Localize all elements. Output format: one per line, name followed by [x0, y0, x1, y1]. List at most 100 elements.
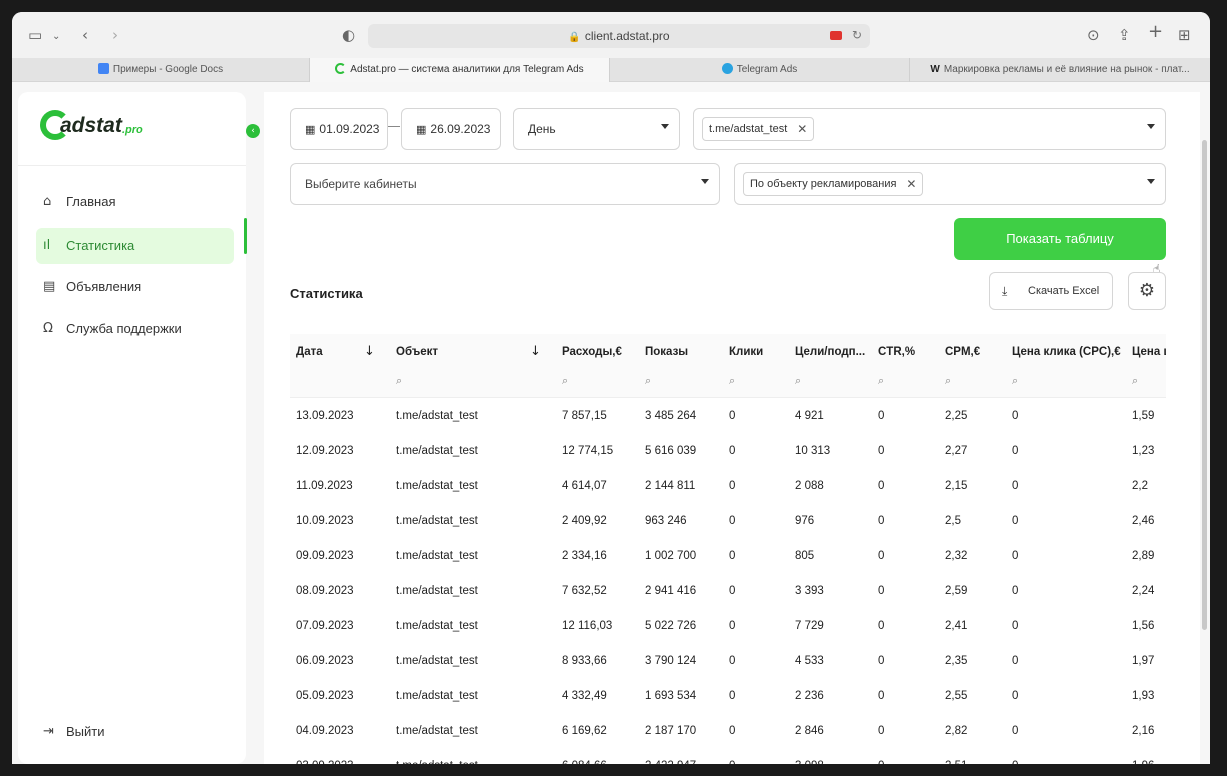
cell-clicks: 0 [729, 445, 736, 457]
sidebar-item-label: Объявления [66, 279, 142, 294]
share-icon[interactable]: ⇪ [1118, 26, 1131, 44]
cell-object: t.me/adstat_test [396, 725, 478, 737]
cell-cpc: 0 [1012, 410, 1019, 422]
table-row[interactable]: 10.09.2023 t.me/adstat_test 2 409,92 963 24… [290, 503, 1166, 538]
cell-date: 12.09.2023 [296, 445, 354, 457]
forward-icon[interactable]: › [112, 26, 118, 44]
shield-icon[interactable]: ◐ [342, 26, 355, 44]
cell-object: t.me/adstat_test [396, 620, 478, 632]
download-excel-button[interactable]: ⤓ Скачать Excel [989, 272, 1113, 310]
cell-clicks: 0 [729, 760, 735, 764]
tab-google-docs[interactable]: Примеры - Google Docs [12, 58, 310, 82]
column-header-cpm[interactable]: CPM,€ [945, 346, 980, 358]
table-row[interactable]: 12.09.2023 t.me/adstat_test 12 774,15 5 616… [290, 433, 1166, 468]
cell-ctr: 0 [878, 515, 885, 527]
tab-overview-icon[interactable]: ⊞ [1178, 26, 1191, 44]
date-to-field[interactable]: ▦ 26.09.2023 [401, 108, 501, 150]
address-bar[interactable]: 🔒 client.adstat.pro ↻ [368, 24, 870, 48]
cell-cpm: 2,82 [945, 725, 968, 737]
tab-wikipedia[interactable]: W Маркировка рекламы и её влияние на рыно… [910, 58, 1210, 82]
close-icon[interactable]: ✕ [906, 173, 916, 195]
column-header-goals[interactable]: Цели/подп... [795, 346, 869, 358]
column-header-cpc[interactable]: Цена клика (CPC),€ [1012, 346, 1121, 358]
date-from-value: ▦ 01.09.2023 [305, 122, 379, 136]
logout-button[interactable]: ⇥ Выйти [36, 722, 186, 742]
close-icon[interactable]: ✕ [797, 118, 807, 140]
browser-toolbar: ▭ ⌄ ‹ › ◐ 🔒 client.adstat.pro ↻ ⊙ ⇪ + ⊞ [12, 12, 1210, 58]
column-header-date[interactable]: Дата [296, 346, 323, 358]
sidebar: adstat .pro ‹ ⌂ Главная ıl Статистика ▤ Объ… [18, 92, 260, 764]
cell-ctr: 0 [878, 620, 885, 632]
search-icon[interactable]: ⌕ [1132, 374, 1138, 388]
cell-cpc: 0 [1012, 515, 1019, 527]
cell-impressions: 2 422 947 [645, 760, 696, 764]
lock-icon: 🔒 [568, 32, 581, 43]
table-settings-button[interactable]: ⚙ [1128, 272, 1166, 310]
granularity-select[interactable]: День [513, 108, 680, 150]
section-title: Статистика [290, 286, 363, 301]
sort-arrow-icon[interactable]: ↓ [364, 344, 375, 359]
cell-ctr: 0 [878, 445, 885, 457]
table-row[interactable]: 09.09.2023 t.me/adstat_test 2 334,16 1 002 … [290, 538, 1166, 573]
column-header-clicks[interactable]: Клики [729, 346, 763, 358]
cell-date: 04.09.2023 [296, 725, 354, 737]
cell-clicks: 0 [729, 655, 736, 667]
column-header-object[interactable]: Объект [396, 346, 438, 358]
headset-icon: Ω [43, 321, 53, 336]
search-icon[interactable]: ⌕ [562, 374, 568, 388]
cabinets-select[interactable]: Выберите кабинеты [290, 163, 720, 205]
search-icon[interactable]: ⌕ [396, 374, 402, 388]
search-icon[interactable]: ⌕ [878, 374, 884, 388]
adstat-logo[interactable]: adstat .pro [40, 106, 150, 146]
table-row[interactable]: 05.09.2023 t.me/adstat_test 4 332,49 1 693 … [290, 678, 1166, 713]
table-row[interactable]: 03.09.2023 t.me/adstat_test 6 084,66 2 422 … [290, 748, 1166, 764]
back-icon[interactable]: ‹ [82, 26, 88, 44]
page-scrollbar[interactable] [1200, 92, 1210, 764]
google-docs-icon [97, 63, 109, 74]
chevron-down-icon[interactable]: ⌄ [52, 28, 60, 46]
column-header-ctr[interactable]: CTR,% [878, 346, 915, 358]
sidebar-toggle-icon[interactable]: ▭ [28, 26, 42, 44]
column-header-spend[interactable]: Расходы,€ [562, 346, 622, 358]
search-icon[interactable]: ⌕ [795, 374, 801, 388]
table-row[interactable]: 13.09.2023 t.me/adstat_test 7 857,15 3 485 … [290, 398, 1166, 433]
table-row[interactable]: 06.09.2023 t.me/adstat_test 8 933,66 3 790 … [290, 643, 1166, 678]
sidebar-item-statistics[interactable]: ıl Статистика [36, 228, 234, 264]
cell-date: 03.09.2023 [296, 760, 354, 764]
tab-telegram-ads[interactable]: Telegram Ads [610, 58, 910, 82]
cell-object: t.me/adstat_test [396, 690, 478, 702]
date-from-field[interactable]: ▦ 01.09.2023 [290, 108, 388, 150]
search-icon[interactable]: ⌕ [729, 374, 735, 388]
scrollbar-thumb[interactable] [1202, 140, 1207, 630]
column-header-impressions[interactable]: Показы [645, 346, 688, 358]
table-row[interactable]: 04.09.2023 t.me/adstat_test 6 169,62 2 187 … [290, 713, 1166, 748]
object-select[interactable]: t.me/adstat_test ✕ [693, 108, 1166, 150]
show-table-button[interactable]: Показать таблицу [954, 218, 1166, 260]
cell-impressions: 2 187 170 [645, 725, 697, 737]
search-icon[interactable]: ⌕ [1012, 374, 1018, 388]
table-row[interactable]: 07.09.2023 t.me/adstat_test 12 116,03 5 022… [290, 608, 1166, 643]
sidebar-item-support[interactable]: Ω Служба поддержки [36, 311, 234, 347]
sort-arrow-icon[interactable]: ↓ [530, 344, 541, 359]
cell-cpc: 0 [1012, 655, 1019, 667]
new-tab-icon[interactable]: + [1148, 23, 1163, 41]
cell-goals: 2 846 [795, 725, 824, 737]
sidebar-item-home[interactable]: ⌂ Главная [36, 184, 234, 220]
collapse-sidebar-icon[interactable]: ‹ [246, 124, 260, 138]
table-row[interactable]: 11.09.2023 t.me/adstat_test 4 614,07 2 144 … [290, 468, 1166, 503]
cell-cpc: 0 [1012, 620, 1019, 632]
download-icon[interactable]: ⊙ [1087, 26, 1100, 44]
table-row[interactable]: 08.09.2023 t.me/adstat_test 7 632,52 2 941 … [290, 573, 1166, 608]
tab-adstat[interactable]: Adstat.pro — система аналитики для Teleg… [310, 58, 610, 82]
sidebar-item-label: Статистика [66, 238, 135, 253]
search-icon[interactable]: ⌕ [645, 374, 651, 388]
cell-cost-per-goal: 1,56 [1132, 620, 1155, 632]
logout-icon: ⇥ [43, 724, 54, 739]
browser-window: ▭ ⌄ ‹ › ◐ 🔒 client.adstat.pro ↻ ⊙ ⇪ + ⊞ П… [12, 12, 1210, 764]
sidebar-item-ads[interactable]: ▤ Объявления [36, 269, 234, 305]
grouping-select[interactable]: По объекту рекламирования ✕ [734, 163, 1166, 205]
search-icon[interactable]: ⌕ [945, 374, 951, 388]
column-header-cost-per-goal[interactable]: Цена ц [1132, 346, 1166, 358]
reload-icon[interactable]: ↻ [852, 28, 862, 42]
cell-clicks: 0 [729, 690, 736, 702]
